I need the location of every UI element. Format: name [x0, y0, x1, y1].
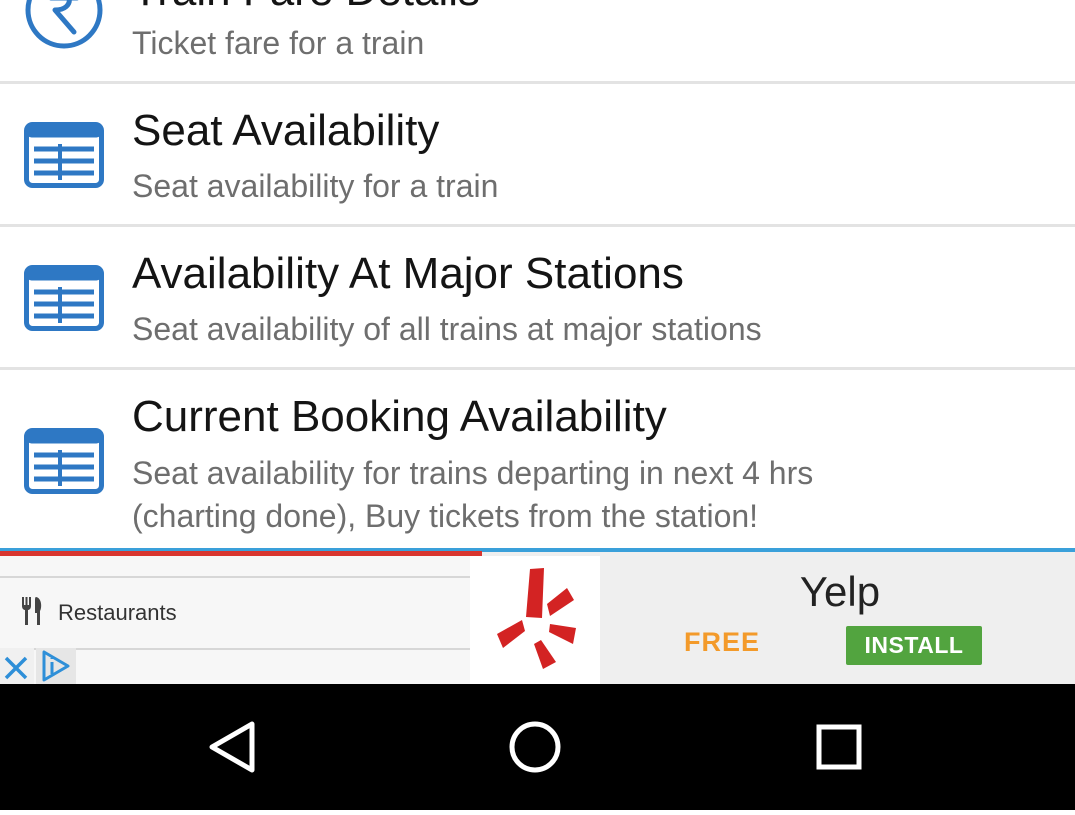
- ad-category: Restaurants: [58, 600, 177, 625]
- list-item-title: Seat Availability: [132, 106, 440, 155]
- list-item-current-booking[interactable]: Current Booking Availability Seat availa…: [0, 370, 1075, 548]
- home-button[interactable]: [475, 684, 595, 810]
- list-item-subtitle-line2: (charting done), Buy tickets from the st…: [132, 498, 759, 534]
- back-icon: [209, 721, 255, 773]
- list-item-subtitle: Ticket fare for a train: [132, 25, 425, 61]
- divider: [0, 576, 470, 578]
- list-item-train-fare[interactable]: Train Fare Details Ticket fare for a tra…: [0, 0, 1075, 81]
- recents-button[interactable]: [779, 684, 899, 810]
- yelp-burst-logo: [497, 568, 576, 669]
- adchoices-icon[interactable]: [36, 648, 76, 684]
- rupee-icon: [25, 0, 103, 49]
- list-item-subtitle: Seat availability for a train: [132, 168, 499, 204]
- back-button[interactable]: [175, 684, 295, 810]
- ad-banner[interactable]: Restaurants Yelp FREE INSTALL: [0, 548, 1075, 684]
- close-icon[interactable]: [0, 648, 34, 684]
- ad-price: FREE: [684, 627, 761, 657]
- home-icon: [509, 721, 561, 773]
- seat-table-icon: [24, 122, 104, 188]
- list-item-subtitle: Seat availability of all trains at major…: [132, 311, 762, 347]
- list-item-title: Train Fare Details: [132, 0, 480, 16]
- list-item-seat-availability[interactable]: Seat Availability Seat availability for …: [0, 84, 1075, 224]
- list-item-title: Availability At Major Stations: [132, 249, 684, 298]
- install-button[interactable]: INSTALL: [846, 626, 982, 665]
- yelp-logo[interactable]: [470, 556, 600, 684]
- fork-knife-icon: [22, 597, 42, 625]
- menu-list: Train Fare Details Ticket fare for a tra…: [0, 0, 1075, 548]
- seat-table-icon: [24, 265, 104, 331]
- ad-app-name: Yelp: [799, 568, 881, 615]
- list-item-major-stations[interactable]: Availability At Major Stations Seat avai…: [0, 227, 1075, 367]
- list-item-subtitle-line1: Seat availability for trains departing i…: [132, 455, 814, 491]
- seat-table-icon: [24, 428, 104, 494]
- navigation-bar: [0, 684, 1075, 810]
- recents-icon: [816, 724, 862, 770]
- list-item-title: Current Booking Availability: [132, 392, 667, 441]
